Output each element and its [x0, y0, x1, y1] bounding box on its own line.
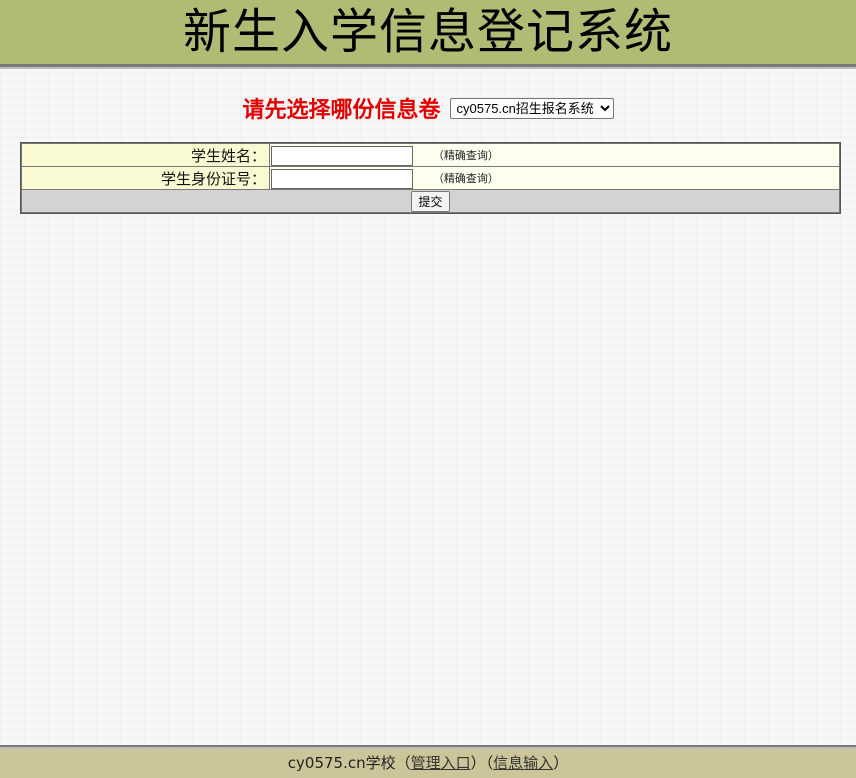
footer-paren: （ [395, 754, 411, 772]
student-id-label: 学生身份证号： [22, 167, 269, 189]
student-id-input[interactable] [271, 168, 413, 189]
student-name-label: 学生姓名： [22, 144, 269, 166]
form-row-submit: 提交 [22, 190, 839, 212]
info-input-link[interactable]: 信息输入 [493, 754, 553, 772]
page-footer: cy0575.cn学校（管理入口）（信息输入） [0, 749, 856, 778]
admin-entry-link[interactable]: 管理入口 [411, 754, 471, 772]
form-row-name: 学生姓名： （精确查询） [22, 144, 839, 166]
footer-paren: ） [470, 754, 486, 772]
volume-selector-row: 请先选择哪份信息卷 cy0575.cn招生报名系统 [0, 92, 856, 124]
query-form: 学生姓名： （精确查询） 学生身份证号： （精确查询） 提交 [20, 142, 841, 214]
submit-button[interactable]: 提交 [411, 190, 450, 212]
exact-query-hint: （精确查询） [432, 149, 499, 162]
selector-prompt: 请先选择哪份信息卷 [242, 98, 441, 123]
student-name-cell: （精确查询） [270, 144, 839, 166]
student-name-input[interactable] [271, 145, 413, 166]
header-divider [0, 64, 856, 69]
form-row-id: 学生身份证号： （精确查询） [22, 167, 839, 189]
submit-cell: 提交 [22, 190, 839, 212]
exact-query-hint: （精确查询） [432, 172, 499, 185]
student-id-cell: （精确查询） [270, 167, 839, 189]
footer-paren: ） [553, 754, 569, 772]
page-title: 新生入学信息登记系统 [182, 4, 673, 60]
page-header: 新生入学信息登记系统 [0, 0, 856, 64]
volume-select[interactable]: cy0575.cn招生报名系统 [449, 97, 614, 119]
footer-site-name: cy0575.cn学校 [287, 754, 396, 772]
